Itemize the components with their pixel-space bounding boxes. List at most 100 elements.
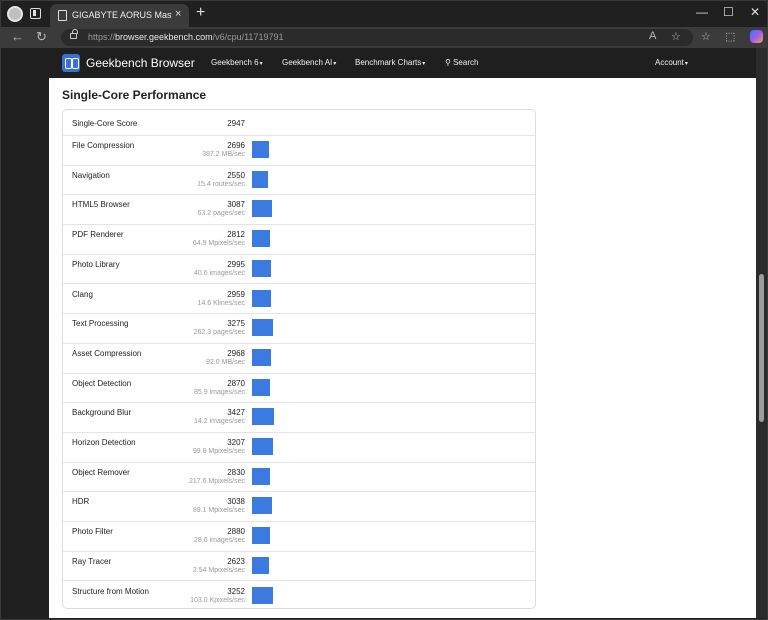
test-throughput: 103.0 Kpixels/sec [190, 596, 245, 604]
test-throughput: 85.9 images/sec [194, 388, 245, 396]
score-bar [252, 378, 270, 396]
test-throughput: 28.6 images/sec [194, 537, 245, 545]
profile-avatar[interactable] [7, 6, 23, 22]
new-tab-button[interactable]: + [196, 4, 205, 22]
table-row: Background Blur 3427 14.2 images/sec [63, 403, 535, 433]
test-score: 3275 [227, 319, 245, 329]
table-row: HDR 3038 89.1 Mpixels/sec [63, 492, 535, 523]
table-row: Photo Library 2995 40.6 images/sec [63, 255, 535, 285]
score-bar [252, 467, 270, 485]
tab-actions-icon[interactable] [30, 8, 41, 19]
test-name: File Compression [72, 141, 135, 150]
minimize-button[interactable]: — [696, 5, 708, 19]
test-score: 2812 [227, 230, 245, 240]
nav-benchmark-charts[interactable]: Benchmark Charts▾ [355, 58, 425, 67]
test-throughput: 89.1 Mpixels/sec [192, 507, 245, 515]
score-bar [252, 556, 269, 574]
test-score: 2880 [227, 527, 245, 537]
test-score: 2995 [227, 259, 245, 269]
test-score: 2870 [227, 378, 245, 388]
browser-window: GIGABYTE AORUS Master 18 BYH × + — ☐ ✕ ←… [0, 0, 768, 620]
test-score: 2959 [227, 289, 245, 299]
scrollbar[interactable] [756, 48, 767, 618]
test-throughput: 92.0 MB/sec [206, 358, 245, 366]
test-score: 3038 [227, 497, 245, 507]
copilot-icon[interactable] [750, 30, 763, 43]
test-score: 2550 [227, 170, 245, 180]
test-score: 2623 [227, 556, 245, 566]
tab-title: GIGABYTE AORUS Master 18 BYH [72, 10, 172, 20]
score-bar [252, 586, 273, 604]
scrollbar-thumb[interactable] [759, 274, 764, 422]
score-bar [252, 200, 272, 218]
url-text[interactable]: https://browser.geekbench.com/v6/cpu/117… [88, 32, 283, 42]
tab-strip: GIGABYTE AORUS Master 18 BYH × + — ☐ ✕ [1, 1, 767, 27]
score-bar [252, 497, 272, 515]
test-score: 3252 [227, 586, 245, 596]
table-row: Photo Filter 2880 28.6 images/sec [63, 522, 535, 552]
test-throughput: 387.2 MB/sec [202, 151, 245, 158]
lock-icon[interactable] [70, 29, 78, 39]
tab-active[interactable]: GIGABYTE AORUS Master 18 BYH × [50, 4, 189, 27]
test-throughput: 40.6 images/sec [194, 269, 245, 277]
refresh-icon[interactable]: ↻ [36, 29, 47, 45]
test-name: Photo Filter [72, 527, 113, 537]
close-window-button[interactable]: ✕ [750, 5, 760, 19]
test-name: Horizon Detection [72, 438, 136, 447]
table-row: Text Processing 3275 262.3 pages/sec [63, 314, 535, 344]
test-throughput: 64.9 Mpixels/sec [192, 240, 245, 248]
test-name: Photo Library [72, 259, 120, 269]
summary-score: 2947 [227, 119, 245, 128]
address-bar[interactable]: https://browser.geekbench.com/v6/cpu/117… [61, 29, 693, 46]
web-page: Geekbench Browser Geekbench 6▾ Geekbench… [49, 48, 756, 618]
test-name: HDR [72, 497, 90, 507]
score-bar [252, 408, 274, 426]
test-throughput: 14.2 images/sec [194, 418, 245, 426]
address-toolbar: ← ↻ https://browser.geekbench.com/v6/cpu… [1, 27, 767, 48]
test-name: Object Detection [72, 378, 132, 388]
test-throughput: 63.2 pages/sec [197, 210, 245, 218]
summary-row: Single-Core Score 2947 [63, 110, 535, 136]
test-throughput: 217.6 Mpixels/sec [188, 477, 245, 485]
test-throughput: 2.54 Mpixels/sec [192, 566, 245, 574]
table-row: Navigation 2550 15.4 routes/sec [63, 166, 535, 196]
score-bar [252, 289, 271, 307]
table-row: Asset Compression 2968 92.0 MB/sec [63, 344, 535, 374]
score-bar [252, 259, 271, 277]
table-row: Ray Tracer 2623 2.54 Mpixels/sec [63, 552, 535, 582]
score-bar [252, 348, 271, 366]
test-score: 3087 [227, 200, 245, 210]
table-row: PDF Renderer 2812 64.9 Mpixels/sec [63, 225, 535, 255]
test-throughput: 99.8 Mpixels/sec [192, 448, 245, 455]
results-card: Single-Core Score 2947 File Compression 2… [62, 109, 536, 609]
table-row: Horizon Detection 3207 99.8 Mpixels/sec [63, 433, 535, 463]
table-row: Clang 2959 14.6 Klines/sec [63, 285, 535, 315]
favorites-icon[interactable]: ☆ [701, 30, 711, 43]
test-name: Navigation [72, 170, 110, 180]
table-row: HTML5 Browser 3087 63.2 pages/sec [63, 195, 535, 226]
maximize-button[interactable]: ☐ [723, 5, 734, 19]
table-row: Structure from Motion 3252 103.0 Kpixels/s… [63, 582, 535, 609]
geekbench-logo-icon[interactable] [62, 54, 80, 72]
test-name: Clang [72, 289, 93, 299]
section-title: Single-Core Performance [62, 88, 207, 102]
back-icon[interactable]: ← [11, 29, 24, 44]
tab-close-icon[interactable]: × [175, 8, 181, 20]
read-aloud-icon[interactable]: A [649, 30, 656, 42]
site-brand[interactable]: Geekbench Browser [86, 56, 195, 70]
nav-account[interactable]: Account▾ [655, 58, 688, 67]
search-icon: ⚲ [445, 58, 454, 67]
test-score: 2968 [227, 348, 245, 358]
test-throughput: 15.4 routes/sec [197, 180, 245, 188]
score-bar [252, 141, 269, 158]
test-score: 2696 [227, 141, 245, 150]
extensions-icon[interactable]: ⬚ [725, 30, 735, 43]
nav-search[interactable]: ⚲ Search [445, 58, 478, 67]
test-throughput: 262.3 pages/sec [193, 329, 245, 337]
nav-geekbench6[interactable]: Geekbench 6▾ [211, 58, 263, 67]
favorite-star-icon[interactable]: ☆ [671, 30, 681, 43]
test-name: HTML5 Browser [72, 200, 130, 210]
nav-geekbench-ai[interactable]: Geekbench AI▾ [282, 58, 336, 67]
test-score: 2830 [227, 467, 245, 477]
test-score: 3427 [227, 408, 245, 418]
